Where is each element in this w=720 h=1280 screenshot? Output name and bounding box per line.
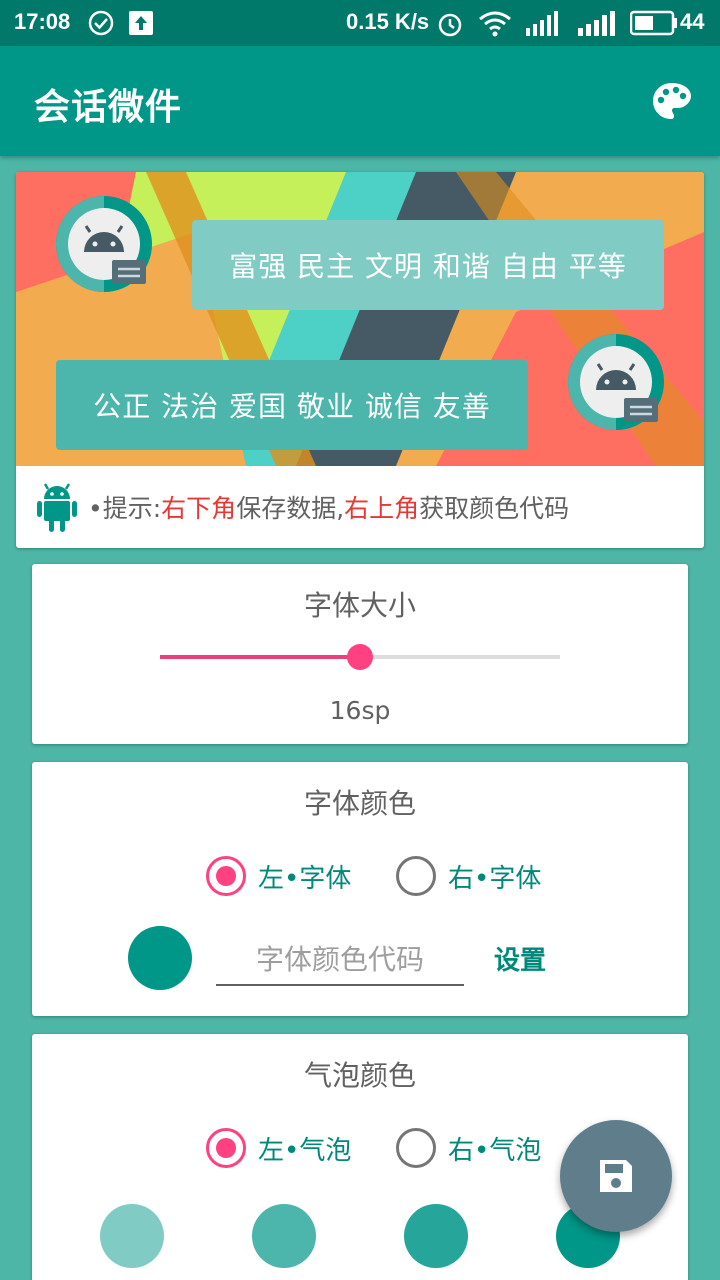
tip-highlight-top-right: 右上角 xyxy=(344,494,420,523)
android-avatar-icon xyxy=(568,334,664,430)
bubble-color-title: 气泡颜色 xyxy=(303,1059,416,1092)
battery-level: 44 xyxy=(680,9,705,34)
tip-text: •提示:右下角保存数据,右上角获取颜色代码 xyxy=(88,489,569,525)
slider-thumb[interactable] xyxy=(347,644,373,670)
app-bar: 会话微件 xyxy=(0,46,720,156)
font-color-card: 字体颜色 左•字体 右•字体 设置 xyxy=(32,762,688,1016)
font-size-slider[interactable] xyxy=(160,644,560,670)
slider-fill xyxy=(160,655,360,659)
chat-bubble-right: 富强 民主 文明 和谐 自由 平等 xyxy=(192,220,664,310)
page-title: 会话微件 xyxy=(34,87,183,128)
font-size-card: 字体大小 16sp xyxy=(32,564,688,744)
signal-4g-icon xyxy=(526,11,558,36)
android-avatar-icon xyxy=(56,196,152,292)
radio-circle-left-font[interactable] xyxy=(206,856,246,896)
battery-icon xyxy=(630,10,677,36)
tip-middle: 保存数据, xyxy=(236,494,345,523)
upload-icon xyxy=(129,11,153,35)
radio-label-right-font: 右•字体 xyxy=(448,863,542,894)
palette-icon[interactable] xyxy=(650,80,694,124)
network-speed: 0.15 K/s xyxy=(346,9,430,34)
radio-circle-right-font[interactable] xyxy=(396,856,436,896)
android-icon xyxy=(37,483,77,532)
radio-circle-left-bubble[interactable] xyxy=(206,1128,246,1168)
radio-right-bubble[interactable]: 右•气泡 xyxy=(396,1128,541,1168)
font-size-value: 16sp xyxy=(329,696,391,725)
bubble-color-swatch[interactable] xyxy=(404,1204,468,1268)
check-circle-icon xyxy=(88,10,114,36)
status-time: 17:08 xyxy=(14,9,71,34)
radio-left-bubble[interactable]: 左•气泡 xyxy=(206,1128,351,1168)
font-color-title: 字体颜色 xyxy=(303,787,416,820)
font-size-title: 字体大小 xyxy=(303,589,416,622)
save-fab-button[interactable] xyxy=(560,1120,672,1232)
wifi-icon xyxy=(479,11,511,37)
bubble-color-swatch[interactable] xyxy=(100,1204,164,1268)
tip-highlight-bottom-right: 右下角 xyxy=(161,494,237,523)
alarm-icon xyxy=(438,13,462,37)
tip-prefix: •提示: xyxy=(88,494,162,523)
radio-label-left-bubble: 左•气泡 xyxy=(258,1135,352,1166)
set-color-button[interactable]: 设置 xyxy=(494,940,546,977)
chat-bubble-left: 公正 法治 爱国 敬业 诚信 友善 xyxy=(56,360,528,450)
status-bar: 17:08 0.15 K/s 44 xyxy=(0,0,720,46)
tip-suffix: 获取颜色代码 xyxy=(419,494,570,523)
font-color-code-input[interactable] xyxy=(216,934,464,986)
save-icon xyxy=(600,1160,632,1192)
radio-right-font[interactable]: 右•字体 xyxy=(396,856,541,896)
preview-card: 富强 民主 文明 和谐 自由 平等 公正 法治 爱国 敬业 诚信 友善 •提示:… xyxy=(16,172,704,548)
tip-row: •提示:右下角保存数据,右上角获取颜色代码 xyxy=(16,466,704,548)
current-font-color-swatch xyxy=(128,926,192,990)
radio-label-left-font: 左•字体 xyxy=(258,863,352,894)
signal-icon xyxy=(578,11,615,36)
radio-circle-right-bubble[interactable] xyxy=(396,1128,436,1168)
bubble-color-swatch[interactable] xyxy=(252,1204,316,1268)
radio-left-font[interactable]: 左•字体 xyxy=(206,856,351,896)
radio-label-right-bubble: 右•气泡 xyxy=(448,1135,542,1166)
